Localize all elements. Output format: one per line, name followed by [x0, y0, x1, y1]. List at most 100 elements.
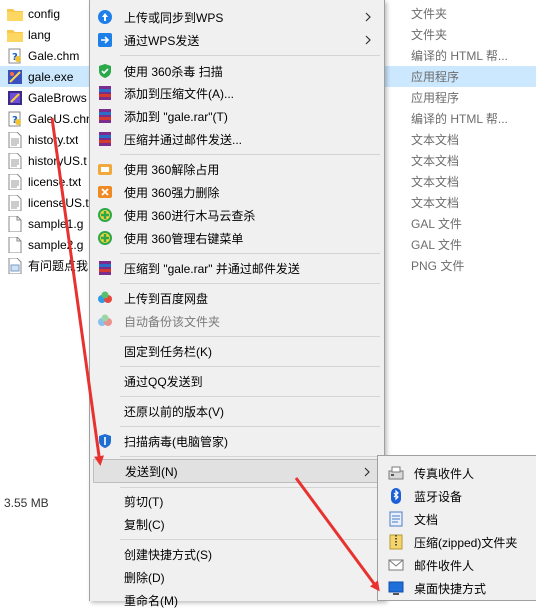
mail-icon — [388, 557, 404, 573]
menu-cut[interactable]: 剪切(T) — [93, 490, 381, 512]
wps-send-icon — [97, 32, 113, 48]
type-cell: 文本文档 — [383, 171, 536, 192]
text-file-icon — [7, 131, 23, 148]
menu-compress-email[interactable]: 压缩并通过邮件发送... — [93, 128, 381, 150]
menu-send-wps[interactable]: 通过WPS发送 — [93, 29, 381, 51]
submenu-zip-folder[interactable]: 压缩(zipped)文件夹 — [380, 531, 535, 553]
help-file-icon: ? — [7, 111, 23, 127]
menu-restore-version[interactable]: 还原以前的版本(V) — [93, 400, 381, 422]
menu-360-unlock[interactable]: 使用 360解除占用 — [93, 158, 381, 180]
menu-add-archive[interactable]: 添加到压缩文件(A)... — [93, 82, 381, 104]
context-menu: 上传或同步到WPS 通过WPS发送 使用 360杀毒 扫描 添加到压缩文件(A)… — [89, 0, 385, 608]
menu-label: 使用 360进行木马云查杀 — [124, 208, 256, 223]
file-name: historyUS.t — [28, 153, 87, 168]
status-bar: 3.55 MB — [0, 489, 100, 517]
type-label: 应用程序 — [411, 70, 460, 84]
menu-upload-baidu[interactable]: 上传到百度网盘 — [93, 287, 381, 309]
menu-send-qq[interactable]: 通过QQ发送到 — [93, 370, 381, 392]
file-row-galebrows[interactable]: GaleBrows — [0, 87, 100, 108]
type-cell: 文件夹 — [383, 24, 536, 45]
winrar-icon — [97, 131, 113, 147]
send-to-submenu: 传真收件人 蓝牙设备 文档 压缩(zipped)文件夹 邮件收件人 桌面快捷方式 — [377, 455, 536, 601]
submenu-label: 压缩(zipped)文件夹 — [414, 535, 518, 550]
menu-label: 上传到百度网盘 — [124, 291, 209, 306]
submenu-bluetooth[interactable]: 蓝牙设备 — [380, 485, 535, 507]
file-row-help-png[interactable]: 有问题点我 — [0, 255, 100, 276]
menu-compress-rar-email[interactable]: 压缩到 "gale.rar" 并通过邮件发送 — [93, 257, 381, 279]
file-row-historyus[interactable]: historyUS.t — [0, 150, 100, 171]
file-row-config[interactable]: config — [0, 3, 100, 24]
submenu-label: 邮件收件人 — [414, 558, 475, 573]
file-name: license.txt — [28, 174, 82, 189]
menu-label: 发送到(N) — [125, 464, 178, 479]
menu-scan-virus[interactable]: 扫描病毒(电脑管家) — [93, 430, 381, 452]
menu-separator — [120, 336, 380, 337]
menu-separator — [120, 253, 380, 254]
menu-rename[interactable]: 重命名(M) — [93, 589, 381, 611]
submenu-label: 文档 — [414, 512, 439, 527]
file-row-galeus-chm[interactable]: ? GaleUS.chm — [0, 108, 100, 129]
type-label: 编译的 HTML 帮... — [411, 112, 508, 126]
type-column: 文件夹 文件夹 编译的 HTML 帮... 应用程序 应用程序 编译的 HTML… — [383, 0, 536, 455]
submenu-documents[interactable]: 文档 — [380, 508, 535, 530]
plus-icon — [97, 230, 113, 246]
menu-upload-wps[interactable]: 上传或同步到WPS — [93, 6, 381, 28]
menu-send-to[interactable]: 发送到(N) — [93, 459, 381, 483]
menu-pin-taskbar[interactable]: 固定到任务栏(K) — [93, 340, 381, 362]
menu-360-force-delete[interactable]: 使用 360强力删除 — [93, 181, 381, 203]
menu-label: 复制(C) — [124, 517, 165, 532]
folder-icon — [7, 6, 23, 22]
menu-label: 上传或同步到WPS — [124, 10, 224, 25]
file-name: config — [28, 6, 61, 21]
menu-auto-backup[interactable]: 自动备份该文件夹 — [93, 310, 381, 332]
type-label: 文本文档 — [411, 196, 460, 210]
menu-label: 添加到 "gale.rar"(T) — [124, 109, 228, 124]
type-label: 应用程序 — [411, 91, 460, 105]
menu-add-gale-rar[interactable]: 添加到 "gale.rar"(T) — [93, 105, 381, 127]
documents-icon — [388, 511, 404, 527]
menu-delete[interactable]: 删除(D) — [93, 566, 381, 588]
file-name: sample2.g — [28, 237, 84, 252]
file-row-gale-chm[interactable]: ? Gale.chm — [0, 45, 100, 66]
baidu-cloud-icon — [97, 313, 113, 329]
type-cell: PNG 文件 — [383, 255, 536, 276]
file-row-licenseus[interactable]: licenseUS.t — [0, 192, 100, 213]
type-cell: 编译的 HTML 帮... — [383, 108, 536, 129]
type-label: 编译的 HTML 帮... — [411, 49, 508, 63]
menu-360-scan[interactable]: 使用 360杀毒 扫描 — [93, 60, 381, 82]
blank-file-icon — [7, 236, 23, 253]
pc-manager-shield-icon — [97, 433, 113, 449]
menu-separator — [120, 539, 380, 540]
type-cell: 文件夹 — [383, 3, 536, 24]
menu-label: 创建快捷方式(S) — [124, 547, 212, 562]
gale-exe-icon — [7, 69, 23, 85]
submenu-fax[interactable]: 传真收件人 — [380, 462, 535, 484]
menu-360-manage-menu[interactable]: 使用 360管理右键菜单 — [93, 227, 381, 249]
menu-separator — [120, 55, 380, 56]
file-row-gale-exe[interactable]: gale.exe — [0, 66, 100, 87]
file-row-sample1[interactable]: sample1.g — [0, 213, 100, 234]
type-label: 文本文档 — [411, 154, 460, 168]
menu-label: 自动备份该文件夹 — [124, 314, 221, 329]
folder-icon — [7, 27, 23, 43]
menu-label: 剪切(T) — [124, 494, 164, 509]
file-row-lang[interactable]: lang — [0, 24, 100, 45]
unlock-icon — [97, 161, 113, 177]
menu-label: 使用 360解除占用 — [124, 162, 220, 177]
file-row-history[interactable]: history.txt — [0, 129, 100, 150]
shield-icon — [97, 63, 113, 79]
menu-label: 重命名(M) — [124, 593, 178, 608]
file-row-sample2[interactable]: sample2.g — [0, 234, 100, 255]
menu-label: 添加到压缩文件(A)... — [124, 86, 234, 101]
menu-label: 固定到任务栏(K) — [124, 344, 212, 359]
menu-label: 通过QQ发送到 — [124, 374, 203, 389]
menu-copy[interactable]: 复制(C) — [93, 513, 381, 535]
menu-label: 还原以前的版本(V) — [124, 404, 224, 419]
submenu-mail[interactable]: 邮件收件人 — [380, 554, 535, 576]
type-cell: 编译的 HTML 帮... — [383, 45, 536, 66]
menu-create-shortcut[interactable]: 创建快捷方式(S) — [93, 543, 381, 565]
menu-360-cloud-scan[interactable]: 使用 360进行木马云查杀 — [93, 204, 381, 226]
type-label: GAL 文件 — [411, 238, 462, 252]
file-row-license[interactable]: license.txt — [0, 171, 100, 192]
submenu-desktop-shortcut[interactable]: 桌面快捷方式 — [380, 577, 535, 599]
